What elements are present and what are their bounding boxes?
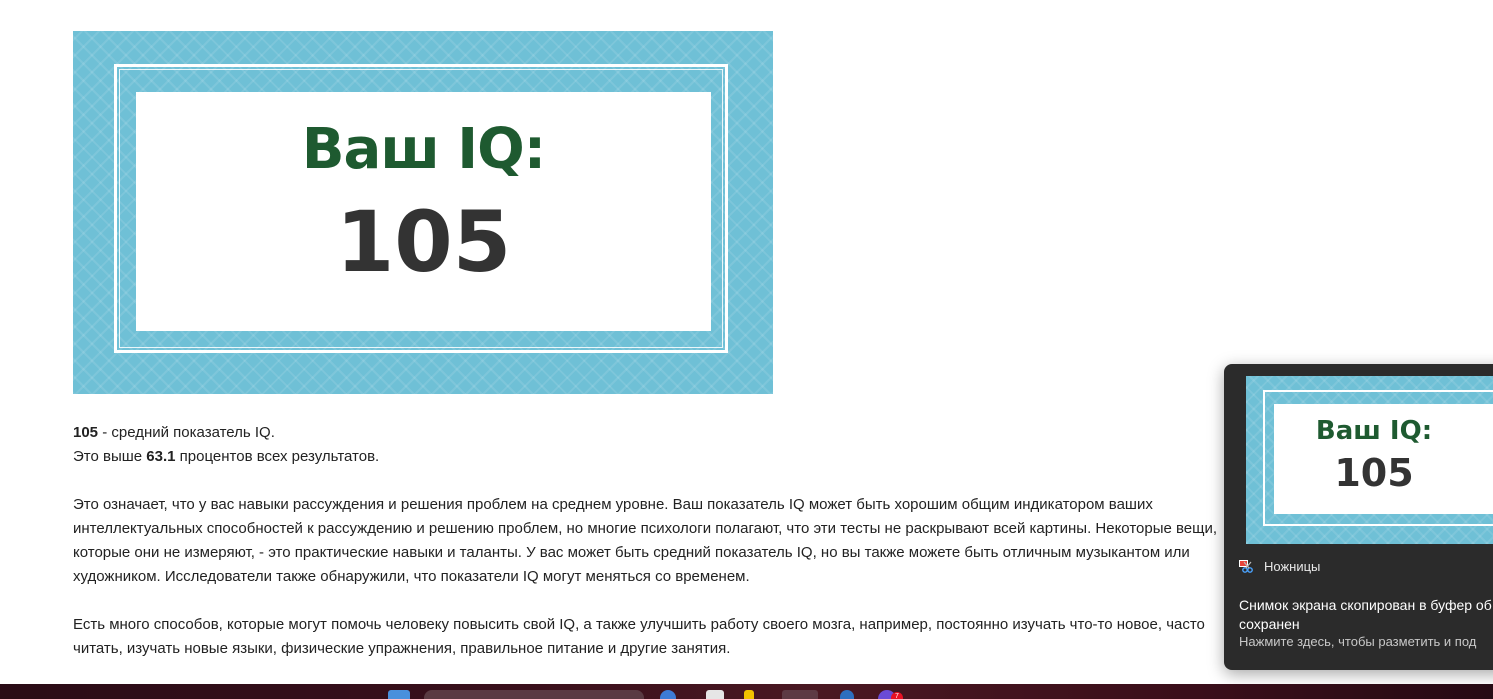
card-panel: Ваш IQ: 105 <box>136 92 711 331</box>
snipping-notification[interactable]: Ваш IQ: 105 Ножницы Снимок экрана скопир… <box>1224 364 1493 670</box>
start-icon[interactable] <box>388 690 410 699</box>
percentile-value: 63.1 <box>146 448 176 465</box>
summary-line-2: Это выше 63.1 процентов всех результатов… <box>73 445 1223 469</box>
summary-score-suffix: - средний показатель IQ. <box>98 424 275 441</box>
thumbnail-title: Ваш IQ: <box>1315 416 1433 446</box>
page: Ваш IQ: 105 105 - средний показатель IQ.… <box>0 0 1493 699</box>
notification-hint: Нажмите здесь, чтобы разметить и под <box>1239 634 1477 649</box>
notification-badge: 7 <box>891 692 903 699</box>
search-box[interactable] <box>424 690 644 699</box>
percentile-suffix: процентов всех результатов. <box>175 448 380 465</box>
thumbnail-score: 105 <box>1334 451 1414 495</box>
taskbar: 7 <box>0 684 1493 699</box>
iq-result-card: Ваш IQ: 105 <box>73 31 773 394</box>
taskbar-app-icon[interactable] <box>706 690 724 699</box>
snipping-tool-icon <box>1238 558 1254 574</box>
summary-score: 105 <box>73 424 99 441</box>
taskbar-app-icon[interactable] <box>744 690 754 699</box>
card-title: Ваш IQ: <box>301 117 546 182</box>
paragraph-meaning: Это означает, что у вас навыки рассужден… <box>73 496 1218 585</box>
result-text: 105 - средний показатель IQ. Это выше 63… <box>73 421 1223 661</box>
notification-app-row: Ножницы <box>1238 556 1320 576</box>
summary-line-1: 105 - средний показатель IQ. <box>73 421 1223 445</box>
taskbar-app-icon-active[interactable] <box>782 690 818 699</box>
notification-app-name: Ножницы <box>1264 558 1321 574</box>
notification-message: Снимок экрана скопирован в буфер об сохр… <box>1239 597 1492 632</box>
paragraph-improve: Есть много способов, которые могут помоч… <box>73 616 1205 657</box>
taskbar-app-icon[interactable] <box>840 690 854 699</box>
card-score: 105 <box>335 193 512 291</box>
taskbar-app-icon[interactable] <box>660 690 676 699</box>
notification-thumbnail[interactable]: Ваш IQ: 105 <box>1246 376 1493 544</box>
thumbnail-panel: Ваш IQ: 105 <box>1274 404 1493 514</box>
percentile-prefix: Это выше <box>73 448 147 465</box>
